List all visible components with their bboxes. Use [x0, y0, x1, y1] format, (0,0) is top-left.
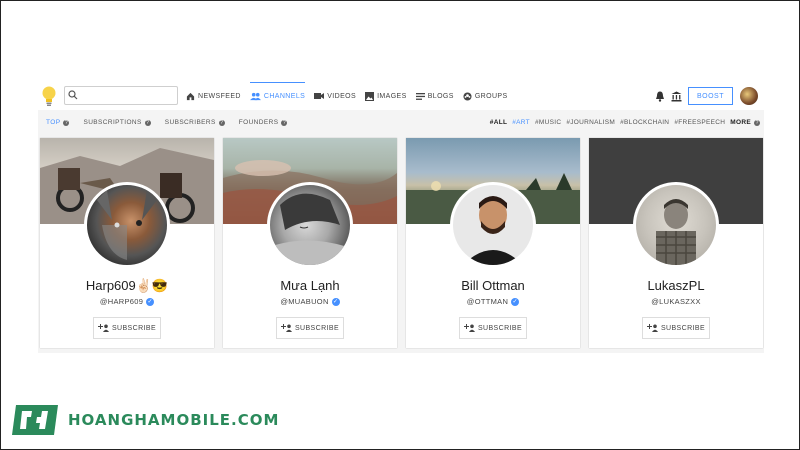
hashtag-journalism[interactable]: #JOURNALISM [566, 119, 615, 126]
top-bar: NEWSFEED CHANNELS VIDEOS IMAGES BLOGS GR… [38, 82, 764, 110]
channel-handle-text: @OTTMAN [466, 297, 509, 306]
nav-images[interactable]: IMAGES [365, 82, 407, 110]
filter-tab-subscribers[interactable]: SUBSCRIBERS? [165, 119, 225, 126]
hoangha-logo-icon [12, 405, 58, 435]
hashtag-all[interactable]: #ALL [490, 119, 507, 126]
channel-name[interactable]: Harp609✌🏻😎 [40, 278, 214, 294]
subscribe-label: SUBSCRIBE [294, 324, 340, 332]
nav-label: NEWSFEED [198, 92, 241, 100]
nav-channels[interactable]: CHANNELS [249, 82, 306, 110]
boost-button[interactable]: BOOST [688, 87, 733, 105]
main-nav: NEWSFEED CHANNELS VIDEOS IMAGES BLOGS GR… [186, 82, 517, 110]
filter-tab-subscriptions[interactable]: SUBSCRIPTIONS? [83, 119, 151, 126]
watermark: HOANGHAMOBILE.COM [10, 402, 279, 438]
group-icon [463, 91, 472, 101]
subscribe-label: SUBSCRIBE [111, 324, 157, 332]
hashtag-music[interactable]: #MUSIC [535, 119, 561, 126]
channel-handle-text: @LUKASZXX [651, 297, 701, 306]
more-hashtags[interactable]: MORE [730, 119, 751, 126]
blog-icon [415, 92, 425, 100]
filter-tab-label: SUBSCRIBERS [164, 119, 216, 126]
channel-avatar[interactable] [633, 182, 719, 268]
filter-tab-top[interactable]: TOP? [46, 119, 70, 126]
subscribe-button[interactable]: SUBSCRIBE [642, 317, 710, 339]
hashtag-freespeech[interactable]: #FREESPEECH [674, 119, 725, 126]
add-person-icon [463, 324, 475, 332]
header-actions: BOOST [655, 82, 758, 110]
verified-icon: ✓ [511, 297, 520, 306]
hashtag-blockchain[interactable]: #BLOCKCHAIN [620, 119, 669, 126]
add-person-icon [646, 324, 658, 332]
channel-handle: @HARP609 ✓ [40, 297, 214, 306]
filter-bar: TOP? SUBSCRIPTIONS? SUBSCRIBERS? FOUNDER… [38, 110, 764, 135]
filter-tab-label: FOUNDERS [238, 119, 279, 126]
hashtag-filters: #ALL #ART #MUSIC #JOURNALISM #BLOCKCHAIN… [485, 110, 760, 135]
channel-card[interactable]: Harp609✌🏻😎 @HARP609 ✓ SUBSCRIBE [40, 138, 214, 348]
watermark-text: HOANGHAMOBILE.COM [68, 411, 280, 429]
channel-avatar[interactable] [84, 182, 170, 268]
channel-handle-text: @HARP609 [99, 297, 144, 306]
bell-icon[interactable] [655, 91, 665, 102]
channel-avatar[interactable] [450, 182, 536, 268]
subscribe-button[interactable]: SUBSCRIBE [93, 317, 161, 339]
hashtag-art[interactable]: #ART [512, 119, 530, 126]
channel-name[interactable]: Bill Ottman [406, 278, 580, 293]
help-icon[interactable]: ? [218, 119, 225, 126]
add-person-icon [97, 324, 109, 332]
help-icon[interactable]: ? [281, 119, 288, 126]
add-person-icon [280, 324, 292, 332]
nav-label: IMAGES [377, 92, 407, 100]
boy-portrait-image [656, 199, 696, 265]
image-icon [365, 91, 375, 101]
filter-tab-label: SUBSCRIPTIONS [83, 119, 142, 126]
nav-label: VIDEOS [327, 92, 357, 100]
channel-handle: @OTTMAN ✓ [406, 297, 580, 306]
nav-label: BLOGS [427, 92, 454, 100]
channel-handle: @LUKASZXX [589, 297, 763, 306]
channel-handle: @MUABUON ✓ [223, 297, 397, 306]
sleeping-girl-portrait-image [275, 193, 348, 265]
people-icon [249, 92, 261, 101]
channel-avatar[interactable] [267, 182, 353, 268]
verified-icon: ✓ [331, 297, 340, 306]
help-icon[interactable]: ? [144, 119, 151, 126]
search-input[interactable] [64, 86, 178, 105]
video-icon [314, 93, 325, 99]
help-icon[interactable]: ? [63, 119, 70, 126]
home-icon [186, 92, 195, 100]
verified-icon: ✓ [146, 297, 155, 306]
subscribe-button[interactable]: SUBSCRIBE [276, 317, 344, 339]
help-icon[interactable]: ? [754, 119, 760, 126]
channel-card[interactable]: Mưa Lạnh @MUABUON ✓ SUBSCRIBE [223, 138, 397, 348]
nav-label: CHANNELS [263, 93, 306, 100]
channel-grid: Harp609✌🏻😎 @HARP609 ✓ SUBSCRIBE Mưa Lạnh … [38, 135, 764, 353]
lightbulb-logo-icon[interactable] [41, 84, 57, 108]
bank-icon[interactable] [671, 91, 682, 102]
subscribe-button[interactable]: SUBSCRIBE [459, 317, 527, 339]
channel-name[interactable]: Mưa Lạnh [223, 278, 397, 293]
nav-label: GROUPS [474, 92, 508, 100]
man-portrait-image [463, 196, 523, 265]
nav-groups[interactable]: GROUPS [463, 82, 508, 110]
filter-tab-founders[interactable]: FOUNDERS? [239, 119, 288, 126]
nav-newsfeed[interactable]: NEWSFEED [186, 82, 241, 110]
user-avatar[interactable] [740, 87, 758, 105]
subscribe-label: SUBSCRIBE [477, 324, 523, 332]
subscribe-label: SUBSCRIBE [660, 324, 706, 332]
channel-handle-text: @MUABUON [280, 297, 329, 306]
channel-card[interactable]: Bill Ottman @OTTMAN ✓ SUBSCRIBE [406, 138, 580, 348]
search-icon [68, 90, 78, 100]
filter-tab-label: TOP [46, 119, 61, 126]
wolf-portrait-image [97, 190, 157, 260]
nav-blogs[interactable]: BLOGS [415, 82, 454, 110]
nav-videos[interactable]: VIDEOS [314, 82, 356, 110]
channel-card[interactable]: LukaszPL @LUKASZXX SUBSCRIBE [589, 138, 763, 348]
channel-name[interactable]: LukaszPL [589, 278, 763, 293]
